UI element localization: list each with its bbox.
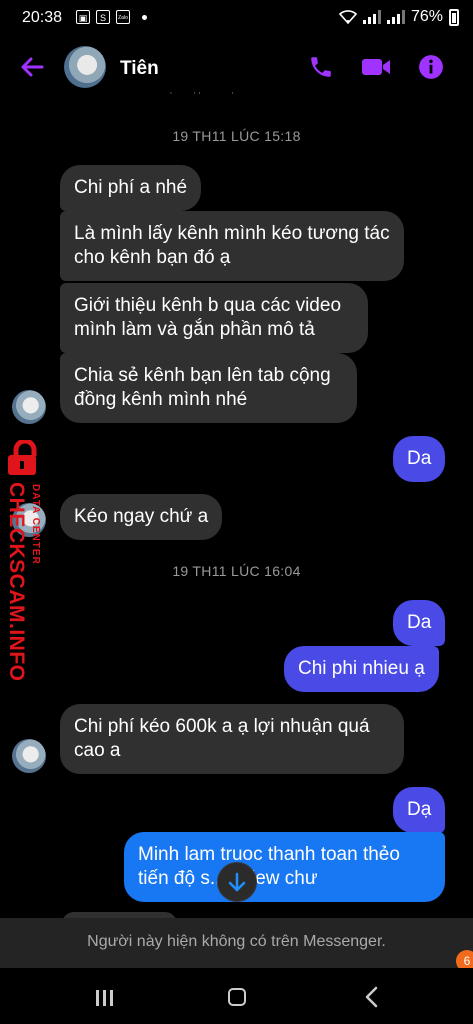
contact-avatar-small[interactable] — [12, 739, 46, 773]
signal-icon-2 — [386, 10, 405, 24]
notification-icons: ▣ S Zalo — [76, 10, 147, 24]
recent-apps-icon[interactable] — [96, 990, 113, 1006]
contact-avatar-small[interactable] — [12, 390, 46, 424]
info-icon[interactable] — [418, 54, 444, 80]
nav-back-icon[interactable] — [364, 986, 380, 1008]
phone-call-icon[interactable] — [308, 54, 334, 80]
incoming-message[interactable]: Kéo ngay chứ a — [60, 494, 223, 540]
status-time: 20:38 — [22, 9, 63, 26]
status-right: 76% — [338, 8, 459, 26]
incoming-message[interactable]: Là mình lấy kênh mình kéo tương tác cho … — [60, 211, 404, 281]
more-notifications-dot — [142, 14, 147, 20]
wifi-icon — [338, 10, 357, 24]
status-bar: 20:38 ▣ S Zalo 76% — [0, 0, 473, 36]
timestamp: 19 TH11 LÚC 16:04 — [172, 563, 301, 579]
battery-percent: 76% — [410, 8, 443, 25]
chat-header: Tiên — [0, 36, 473, 100]
previous-message-remnant: ⌐ ~ ¬ ⌐ ~ ~ ¬ ˜ — [170, 92, 241, 98]
image-notification-icon: ▣ — [76, 10, 90, 24]
home-icon[interactable] — [228, 988, 246, 1006]
signal-icon — [362, 10, 381, 24]
battery-icon — [449, 8, 459, 26]
zalo-notification-icon: Zalo — [116, 10, 130, 24]
incoming-message[interactable]: Chi phí a nhé — [60, 165, 202, 211]
timestamp: 19 TH11 LÚC 15:18 — [172, 128, 301, 144]
outgoing-message[interactable]: Dạ — [393, 787, 446, 833]
incoming-message[interactable]: Chia sẻ kênh bạn lên tab cộng đồng kênh … — [60, 353, 357, 423]
lock-icon — [8, 440, 37, 475]
incoming-message[interactable]: Giới thiệu kênh b qua các video mình làm… — [60, 283, 368, 353]
back-arrow-icon[interactable] — [20, 56, 44, 78]
system-nav-bar — [0, 968, 473, 1024]
outgoing-message[interactable]: Da — [393, 600, 446, 646]
unavailable-text: Người này hiện không có trên Messenger. — [87, 933, 386, 950]
contact-name[interactable]: Tiên — [120, 58, 159, 80]
outgoing-message[interactable]: Chi phi nhieu ạ — [284, 646, 439, 692]
unavailable-banner: Người này hiện không có trên Messenger. — [0, 918, 473, 968]
video-call-icon[interactable] — [360, 54, 392, 80]
contact-avatar[interactable] — [64, 46, 106, 88]
scroll-to-bottom-button[interactable] — [217, 862, 257, 902]
watermark-sub-text: DATA CENTER — [30, 484, 41, 565]
incoming-message[interactable]: Chi phí kéo 600k a ạ lợi nhuận quá cao a — [60, 704, 404, 774]
outgoing-message[interactable]: Da — [393, 436, 446, 482]
arrow-down-icon — [228, 872, 246, 892]
watermark-main-text: CHECKSCAM.INFO — [5, 482, 28, 682]
outgoing-message[interactable]: Minh lam truoc thanh toan thẻo tiến độ s… — [124, 832, 445, 902]
checkscam-watermark: CHECKSCAM.INFO DATA CENTER — [0, 436, 56, 682]
shopee-notification-icon: S — [96, 10, 110, 24]
